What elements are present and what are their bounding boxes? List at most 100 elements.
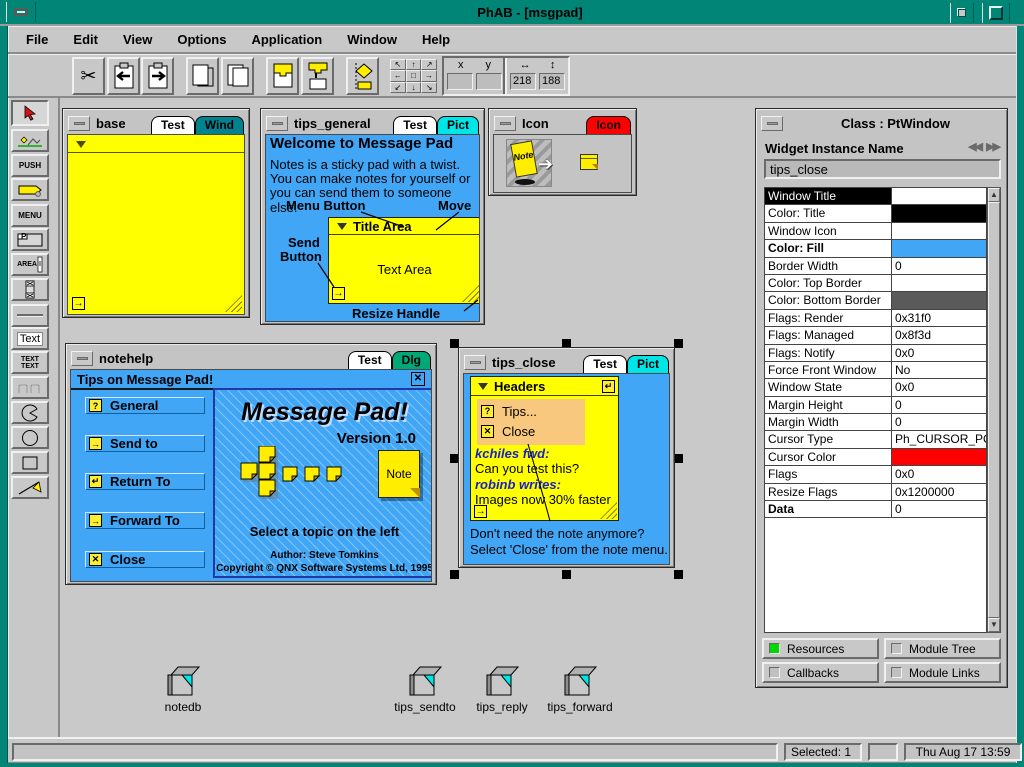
module-icon-tips-reply[interactable]: tips_reply xyxy=(462,664,542,714)
image-tool[interactable] xyxy=(11,129,49,152)
property-row[interactable]: Color: Bottom Border xyxy=(765,292,986,309)
button-tool[interactable]: PUSH xyxy=(11,154,49,177)
tab-test[interactable]: Test xyxy=(583,355,627,373)
ellipse-tool[interactable] xyxy=(11,426,49,449)
note-send-button[interactable]: → xyxy=(72,297,85,310)
to-back-button[interactable] xyxy=(221,57,254,95)
nudge-arrow-button[interactable]: → xyxy=(421,70,437,81)
tab-wind[interactable]: Wind xyxy=(195,116,244,134)
nudge-arrow-button[interactable]: ↖ xyxy=(390,59,406,70)
pointer-tool[interactable] xyxy=(11,100,49,126)
property-value[interactable]: No xyxy=(892,362,986,378)
y-field[interactable] xyxy=(476,73,502,90)
topic-button[interactable]: ↵ Return To xyxy=(85,473,205,490)
property-row[interactable]: Flags: Notify 0x0 xyxy=(765,345,986,362)
property-value[interactable] xyxy=(892,449,986,465)
module-window-tips-general[interactable]: tips_general Test Pict Welcome to Messag… xyxy=(260,108,485,325)
menu-item[interactable]: Options xyxy=(177,32,226,47)
module-menu-button[interactable] xyxy=(464,355,486,370)
topic-button[interactable]: → Forward To xyxy=(85,512,205,529)
property-value[interactable]: 0 xyxy=(892,414,986,430)
property-value[interactable]: 0 xyxy=(892,397,986,413)
tips-general-titlebar[interactable]: tips_general Test Pict xyxy=(265,113,480,134)
selection-handle[interactable] xyxy=(674,454,683,463)
nudge-arrow-button[interactable]: ↘ xyxy=(421,82,437,93)
module-menu-button[interactable] xyxy=(71,351,93,366)
property-row[interactable]: Flags: Managed 0x8f3d xyxy=(765,327,986,344)
module-menu-button[interactable] xyxy=(68,116,90,131)
copy-button[interactable] xyxy=(107,57,140,95)
note-menu-item[interactable]: ✕ Close xyxy=(481,421,581,441)
nudge-arrow-button[interactable]: ↙ xyxy=(390,82,406,93)
note-resize-handle[interactable] xyxy=(225,295,242,312)
module-window-tips-close[interactable]: tips_close Test Pict Headers ↵ xyxy=(458,347,675,568)
scrollbar-tool[interactable] xyxy=(11,278,49,301)
property-scrollbar[interactable]: ▲ ▼ xyxy=(987,187,1001,633)
prev-widget-button[interactable]: ◀◀ xyxy=(968,141,981,153)
tab-test[interactable]: Test xyxy=(393,116,437,134)
properties-window[interactable]: Class : PtWindow Widget Instance Name ◀◀… xyxy=(755,108,1008,688)
notehelp-titlebar[interactable]: notehelp Test Dlg xyxy=(70,348,432,369)
tab-test[interactable]: Test xyxy=(348,351,392,369)
property-value[interactable]: 0 xyxy=(892,258,986,274)
property-row[interactable]: Window Title xyxy=(765,188,986,205)
nudge-arrow-button[interactable]: ↑ xyxy=(406,59,422,70)
maximize-button[interactable] xyxy=(982,3,1010,23)
module-icon-notedb[interactable]: notedb xyxy=(143,664,223,714)
dialog-close-button[interactable]: ✕ xyxy=(411,372,425,386)
tab-dlg[interactable]: Dlg xyxy=(392,351,431,369)
property-row[interactable]: Color: Fill xyxy=(765,240,986,257)
nudge-arrow-button[interactable]: ← xyxy=(390,70,406,81)
topic-button[interactable]: → Send to xyxy=(85,435,205,452)
topic-button[interactable]: ✕ Close xyxy=(85,551,205,568)
separator-tool[interactable] xyxy=(11,304,49,327)
property-row[interactable]: Window Icon xyxy=(765,223,986,240)
scrollbar-thumb[interactable] xyxy=(988,202,1000,618)
property-row[interactable]: Force Front Window No xyxy=(765,362,986,379)
icon-titlebar[interactable]: Icon Icon xyxy=(493,113,632,134)
label-tool[interactable] xyxy=(11,178,49,201)
tips-close-titlebar[interactable]: tips_close Test Pict xyxy=(463,352,670,373)
x-field[interactable] xyxy=(447,73,473,90)
property-row[interactable]: Cursor Color xyxy=(765,449,986,466)
property-value[interactable]: 0 xyxy=(892,501,986,517)
tab-test[interactable]: Test xyxy=(151,116,195,134)
tips-close-canvas[interactable]: Headers ↵ ? Tips... ✕ xyxy=(463,373,670,565)
module-menu-button[interactable] xyxy=(266,116,288,131)
property-row[interactable]: Color: Top Border xyxy=(765,275,986,292)
height-field[interactable]: 188 xyxy=(539,73,565,90)
app-icon-large[interactable]: Note ➔ xyxy=(506,139,552,187)
pane-tool[interactable]: P xyxy=(11,228,49,251)
property-row[interactable]: Window State 0x0 xyxy=(765,379,986,396)
app-icon-small[interactable] xyxy=(580,154,598,170)
rect-tool[interactable] xyxy=(11,451,49,474)
properties-titlebar[interactable]: Class : PtWindow xyxy=(760,113,1003,134)
note-menu-item[interactable]: ? Tips... xyxy=(481,401,581,421)
menu-item[interactable]: Help xyxy=(422,32,450,47)
property-row[interactable]: Margin Height 0 xyxy=(765,397,986,414)
text-tool[interactable]: Text xyxy=(11,327,49,350)
tab-pict[interactable]: Pict xyxy=(627,355,669,373)
nudge-arrow-button[interactable]: ↗ xyxy=(421,59,437,70)
module-menu-button[interactable] xyxy=(494,116,516,131)
selection-handle[interactable] xyxy=(674,570,683,579)
property-row[interactable]: Flags 0x0 xyxy=(765,466,986,483)
window-menu-button[interactable] xyxy=(6,2,36,22)
property-value[interactable] xyxy=(892,292,986,308)
property-value[interactable]: 0x0 xyxy=(892,466,986,482)
attach-widget-button[interactable] xyxy=(266,57,299,95)
group-tool[interactable] xyxy=(11,376,49,399)
selection-handle[interactable] xyxy=(674,339,683,348)
resources-toggle[interactable]: Resources xyxy=(762,638,879,659)
selection-handle[interactable] xyxy=(450,570,459,579)
property-row[interactable]: Data 0 xyxy=(765,501,986,518)
detach-widget-button[interactable] xyxy=(301,57,334,95)
property-value[interactable]: 0x0 xyxy=(892,379,986,395)
scroll-area-tool[interactable]: AREA xyxy=(11,253,49,276)
window-menu-button[interactable] xyxy=(761,116,783,131)
menu-tool[interactable]: MENU xyxy=(11,204,49,227)
line-tool[interactable] xyxy=(11,476,49,499)
multitext-tool[interactable]: TEXTTEXT xyxy=(11,351,49,374)
design-canvas[interactable]: base Test Wind → tips_general Test Pi xyxy=(60,98,1016,737)
arc-tool[interactable] xyxy=(11,401,49,424)
